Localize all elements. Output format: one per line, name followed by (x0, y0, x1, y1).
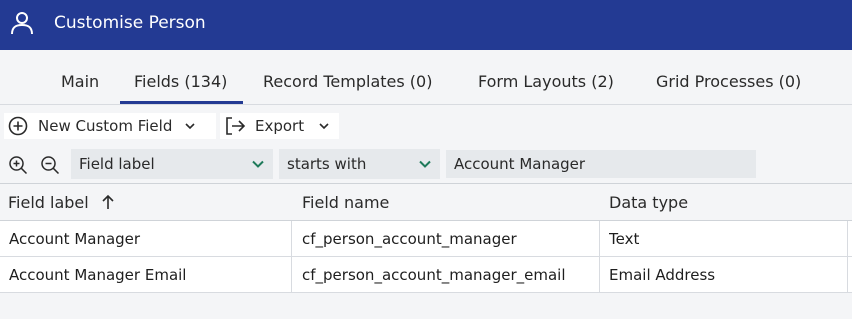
tab-bar: Main Fields (134) Record Templates (0) F… (0, 50, 852, 105)
sort-ascending-icon (102, 194, 114, 209)
tab-record-templates[interactable]: Record Templates (0) (263, 72, 432, 92)
tab-fields[interactable]: Fields (134) (134, 72, 227, 92)
active-tab-indicator (120, 101, 243, 104)
add-circle-icon (8, 116, 28, 136)
cell-field-name: cf_person_account_manager_email (302, 265, 566, 284)
chevron-down-icon (185, 123, 195, 130)
tab-main[interactable]: Main (61, 72, 99, 92)
toolbar: New Custom Field Export (0, 110, 852, 142)
column-divider (291, 257, 292, 292)
column-divider (599, 257, 600, 292)
tab-form-layouts[interactable]: Form Layouts (2) (478, 72, 614, 92)
filter-field-value: Field label (79, 155, 155, 173)
cell-data-type: Text (609, 229, 640, 248)
column-divider (291, 221, 292, 256)
column-header-data-type[interactable]: Data type (609, 184, 845, 220)
person-icon (11, 12, 33, 35)
chevron-down-icon (319, 123, 329, 130)
export-button[interactable]: Export (220, 113, 339, 139)
filter-field-select[interactable]: Field label (71, 149, 273, 179)
column-header-field-label[interactable]: Field label (8, 184, 288, 220)
grid-header: Field label Field name Data type (0, 183, 852, 221)
filter-operator-select[interactable]: starts with (279, 149, 440, 179)
cell-field-name: cf_person_account_manager (302, 229, 517, 248)
zoom-in-icon[interactable] (8, 155, 28, 175)
filter-value-input[interactable] (446, 150, 756, 178)
column-divider (599, 221, 600, 256)
window-title: Customise Person (54, 13, 206, 33)
table-row[interactable]: Account Manager Email cf_person_account_… (0, 257, 852, 293)
new-custom-field-label: New Custom Field (38, 117, 173, 135)
chevron-down-icon (252, 160, 264, 168)
export-label: Export (255, 117, 305, 135)
filter-operator-value: starts with (287, 155, 367, 173)
zoom-out-icon[interactable] (40, 155, 60, 175)
chevron-down-icon (419, 160, 431, 168)
filter-bar: Field label starts with (0, 149, 852, 181)
cell-field-label: Account Manager (9, 229, 141, 248)
column-header-field-name[interactable]: Field name (302, 184, 592, 220)
export-icon (226, 117, 246, 135)
column-divider (847, 257, 848, 292)
column-header-label: Field label (8, 192, 89, 212)
tab-grid-processes[interactable]: Grid Processes (0) (656, 72, 801, 92)
cell-data-type: Email Address (609, 265, 716, 284)
column-divider (847, 221, 848, 256)
new-custom-field-button[interactable]: New Custom Field (4, 113, 216, 139)
table-row[interactable]: Account Manager cf_person_account_manage… (0, 221, 852, 257)
cell-field-label: Account Manager Email (9, 265, 187, 284)
title-bar: Customise Person (0, 0, 852, 50)
